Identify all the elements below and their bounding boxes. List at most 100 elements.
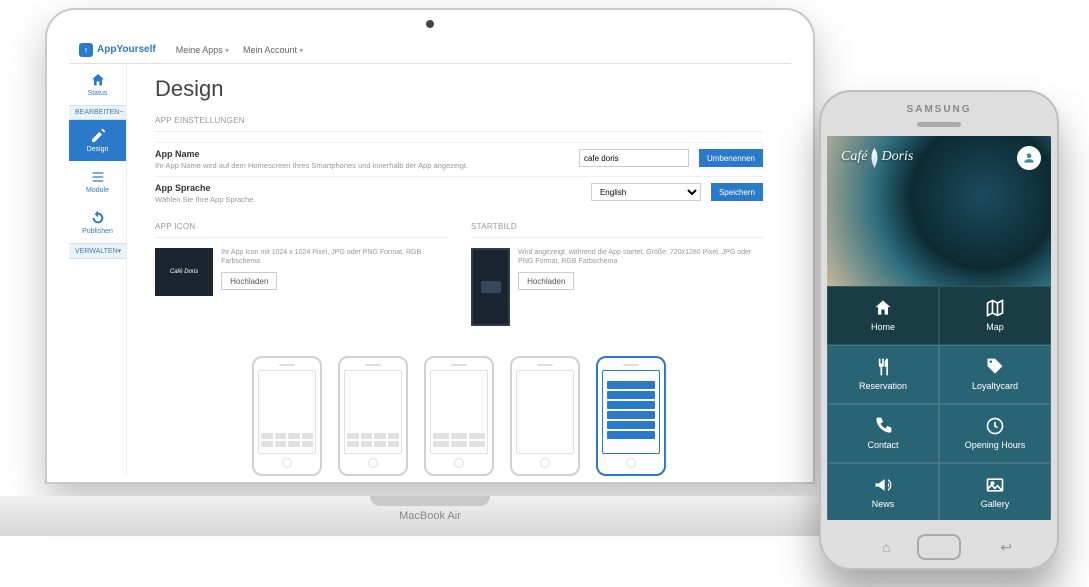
sidebar-item-publishen[interactable]: Publishen <box>69 202 126 243</box>
app-viewport: ↑ AppYourself Meine Apps Mein Account St… <box>69 36 791 476</box>
utensils-icon <box>873 357 893 377</box>
tile-hours[interactable]: Opening Hours <box>939 404 1051 463</box>
rename-button[interactable]: Umbenennen <box>699 149 763 167</box>
camera-dot <box>426 20 434 28</box>
back-icon[interactable]: ↩ <box>1000 539 1012 556</box>
tag-icon <box>985 357 1005 377</box>
clock-icon <box>985 416 1005 436</box>
flame-icon <box>868 148 880 168</box>
setting-label-app-name: App Name Ihr App Name wird auf dem Homes… <box>155 149 569 170</box>
app-icon-col: APP ICON Café Doris Ihr App Icon mit 102… <box>155 214 447 326</box>
phone-speaker <box>917 122 961 127</box>
sidebar-item-module[interactable]: Module <box>69 161 126 202</box>
setting-label-app-lang: App Sprache Wählen Sie Ihre App Sprache. <box>155 183 581 204</box>
top-menu: Meine Apps Mein Account <box>176 45 304 55</box>
menu-meine-apps[interactable]: Meine Apps <box>176 45 229 55</box>
app-name-input[interactable] <box>579 149 689 167</box>
layout-templates <box>155 344 763 476</box>
layout-option-4[interactable] <box>510 356 580 476</box>
home-icon <box>873 298 893 318</box>
section-startbild: STARTBILD <box>471 222 763 231</box>
sidebar-item-status[interactable]: Status <box>69 64 126 105</box>
home-icon <box>90 72 106 88</box>
tile-label: Loyaltycard <box>972 381 1018 391</box>
layout-option-2[interactable] <box>338 356 408 476</box>
layout-option-3[interactable] <box>424 356 494 476</box>
setting-app-name: App Name Ihr App Name wird auf dem Homes… <box>155 142 763 176</box>
top-bar: ↑ AppYourself Meine Apps Mein Account <box>69 36 791 64</box>
tile-news[interactable]: News <box>827 463 939 520</box>
megaphone-icon <box>873 475 893 495</box>
app-tiles: Home Map Reservation Loyaltycard Contact… <box>827 286 1051 520</box>
phone-brand-label: SAMSUNG <box>819 104 1059 115</box>
sidebar-section-bearbeiten[interactable]: BEARBEITEN − <box>69 105 126 120</box>
setting-app-lang: App Sprache Wählen Sie Ihre App Sprache.… <box>155 176 763 210</box>
startbild-col: STARTBILD Wird angezeigt, während die Ap… <box>471 214 763 326</box>
save-lang-button[interactable]: Speichern <box>711 183 763 201</box>
phone-nav: ⌂ ↩ <box>827 539 1067 556</box>
tile-reservation[interactable]: Reservation <box>827 345 939 404</box>
help-text: Ihr App Name wird auf dem Homescreen Ihr… <box>155 161 569 170</box>
section-app-settings: APP EINSTELLUNGEN <box>155 116 763 125</box>
tile-loyalty[interactable]: Loyaltycard <box>939 345 1051 404</box>
sidebar-section-verwalten[interactable]: VERWALTEN ▾ <box>69 243 126 259</box>
brand-name: AppYourself <box>97 44 156 55</box>
app-icon-desc: Ihr App Icon mit 1024 x 1024 Pixel, JPG … <box>221 248 447 266</box>
map-icon <box>985 298 1005 318</box>
tile-label: Reservation <box>859 381 907 391</box>
divider <box>155 131 763 132</box>
profile-button[interactable] <box>1017 146 1041 170</box>
macbook-label: MacBook Air <box>399 510 461 522</box>
sidebar-label-module: Module <box>86 187 109 194</box>
tile-label: Contact <box>867 440 898 450</box>
macbook-screen: ↑ AppYourself Meine Apps Mein Account St… <box>45 8 815 484</box>
layout-option-1[interactable] <box>252 356 322 476</box>
refresh-icon <box>90 210 106 226</box>
help-text: Wählen Sie Ihre App Sprache. <box>155 195 581 204</box>
chevron-down-icon: ▾ <box>118 247 122 255</box>
divider <box>471 237 763 238</box>
main-content: Design APP EINSTELLUNGEN App Name Ihr Ap… <box>127 64 791 476</box>
startbild-preview <box>471 248 510 326</box>
list-icon <box>90 169 106 185</box>
sidebar-section-label-2: VERWALTEN <box>75 248 118 255</box>
upload-startbild-button[interactable]: Hochladen <box>518 272 574 290</box>
brand[interactable]: ↑ AppYourself <box>79 43 156 57</box>
page-title: Design <box>155 76 763 102</box>
phone-icon <box>873 416 893 436</box>
sidebar-item-design[interactable]: Design <box>69 120 126 161</box>
startbild-row: Wird angezeigt, während die App startet.… <box>471 248 763 326</box>
label-text: App Sprache <box>155 183 581 193</box>
app-icon-info: Ihr App Icon mit 1024 x 1024 Pixel, JPG … <box>221 248 447 290</box>
person-icon <box>1022 151 1036 165</box>
macbook-base: MacBook Air <box>0 496 890 536</box>
sidebar: Status BEARBEITEN − Design Module <box>69 64 127 476</box>
app-body: Status BEARBEITEN − Design Module <box>69 64 791 476</box>
tile-contact[interactable]: Contact <box>827 404 939 463</box>
startbild-info: Wird angezeigt, während die App startet.… <box>518 248 763 290</box>
image-icon <box>985 475 1005 495</box>
phone-mockup: SAMSUNG CaféDoris Home Map Reservation <box>819 90 1059 570</box>
app-icon-preview: Café Doris <box>155 248 213 296</box>
app-lang-select[interactable]: English <box>591 183 701 201</box>
macbook-notch <box>370 496 490 506</box>
menu-mein-account[interactable]: Mein Account <box>243 45 303 55</box>
tile-home[interactable]: Home <box>827 286 939 345</box>
startbild-desc: Wird angezeigt, während die App startet.… <box>518 248 763 266</box>
phone-screen: CaféDoris Home Map Reservation Loyaltyca… <box>827 136 1051 520</box>
app-icon-row: Café Doris Ihr App Icon mit 1024 x 1024 … <box>155 248 447 296</box>
edit-icon <box>90 128 106 144</box>
app-hero: CaféDoris <box>827 136 1051 286</box>
brand-logo-icon: ↑ <box>79 43 93 57</box>
macbook-mockup: ↑ AppYourself Meine Apps Mein Account St… <box>40 8 820 518</box>
recent-apps-icon[interactable]: ⌂ <box>882 539 890 556</box>
divider <box>155 237 447 238</box>
tile-label: Home <box>871 322 895 332</box>
upload-icon-button[interactable]: Hochladen <box>221 272 277 290</box>
tile-label: Gallery <box>981 499 1010 509</box>
app-icon-text: Café Doris <box>170 269 198 275</box>
layout-option-5[interactable] <box>596 356 666 476</box>
sidebar-label-publishen: Publishen <box>82 228 113 235</box>
tile-gallery[interactable]: Gallery <box>939 463 1051 520</box>
tile-map[interactable]: Map <box>939 286 1051 345</box>
